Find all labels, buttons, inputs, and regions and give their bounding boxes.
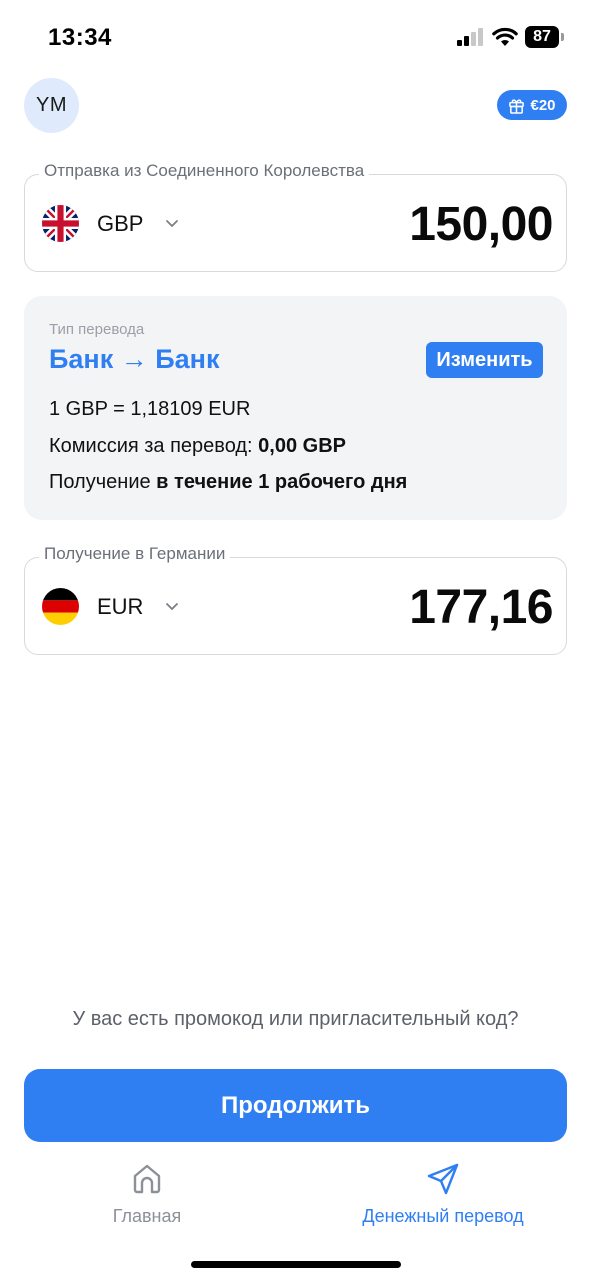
tab-home-label: Главная [112,1206,182,1226]
germany-flag-icon [42,588,79,625]
promo-code-link[interactable]: У вас есть промокод или пригласительный … [0,1008,591,1031]
fee-label: Комиссия за перевод: [49,435,259,457]
home-icon [133,1164,161,1194]
delivery-time: Получение в течение 1 рабочего дня [49,471,407,494]
wifi-icon [492,27,518,46]
signal-icon [457,28,483,46]
transfer-type-caption: Тип перевода [49,321,145,338]
status-bar: 13:34 87 [0,0,591,70]
receive-amount-input[interactable]: 177,16 [409,580,553,635]
receive-label: Получение в Германии [39,544,231,564]
transfer-info-card: Тип перевода Банк → Банк Изменить 1 GBP … [24,296,567,520]
continue-button[interactable]: Продолжить [24,1069,567,1142]
transfer-type-title: Банк → Банк [49,344,220,374]
chevron-down-icon[interactable] [165,219,179,229]
tab-home[interactable]: Главная [88,1162,206,1227]
exchange-rate: 1 GBP = 1,18109 EUR [49,398,251,420]
send-amount-input[interactable]: 150,00 [409,197,553,252]
home-indicator [191,1261,401,1268]
gift-badge[interactable]: €20 [497,90,567,120]
transfer-fee: Комиссия за перевод: 0,00 GBP [49,435,346,458]
status-time: 13:34 [48,24,112,51]
change-button[interactable]: Изменить [426,342,543,378]
delivery-label: Получение [49,471,157,493]
uk-flag-icon [42,205,79,242]
gift-icon [509,98,525,114]
send-icon [427,1163,459,1195]
gift-badge-label: €20 [530,96,556,114]
fee-value: 0,00 GBP [258,435,346,457]
battery-icon: 87 [525,26,565,48]
send-label: Отправка из Соединенного Королевства [39,161,370,181]
tab-money-transfer-label: Денежный перевод [362,1206,524,1226]
receive-currency-selector[interactable]: EUR [97,594,143,620]
send-currency-selector[interactable]: GBP [97,211,143,237]
avatar[interactable]: YM [24,78,79,133]
chevron-down-icon[interactable] [165,602,179,612]
send-amount-box[interactable]: Отправка из Соединенного Королевства GBP… [24,161,567,272]
delivery-value: в течение 1 рабочего дня [156,471,408,493]
receive-amount-box[interactable]: Получение в Германии EUR 177,16 [24,544,567,655]
battery-level: 87 [525,26,559,48]
tab-money-transfer[interactable]: Денежный перевод [338,1162,548,1227]
